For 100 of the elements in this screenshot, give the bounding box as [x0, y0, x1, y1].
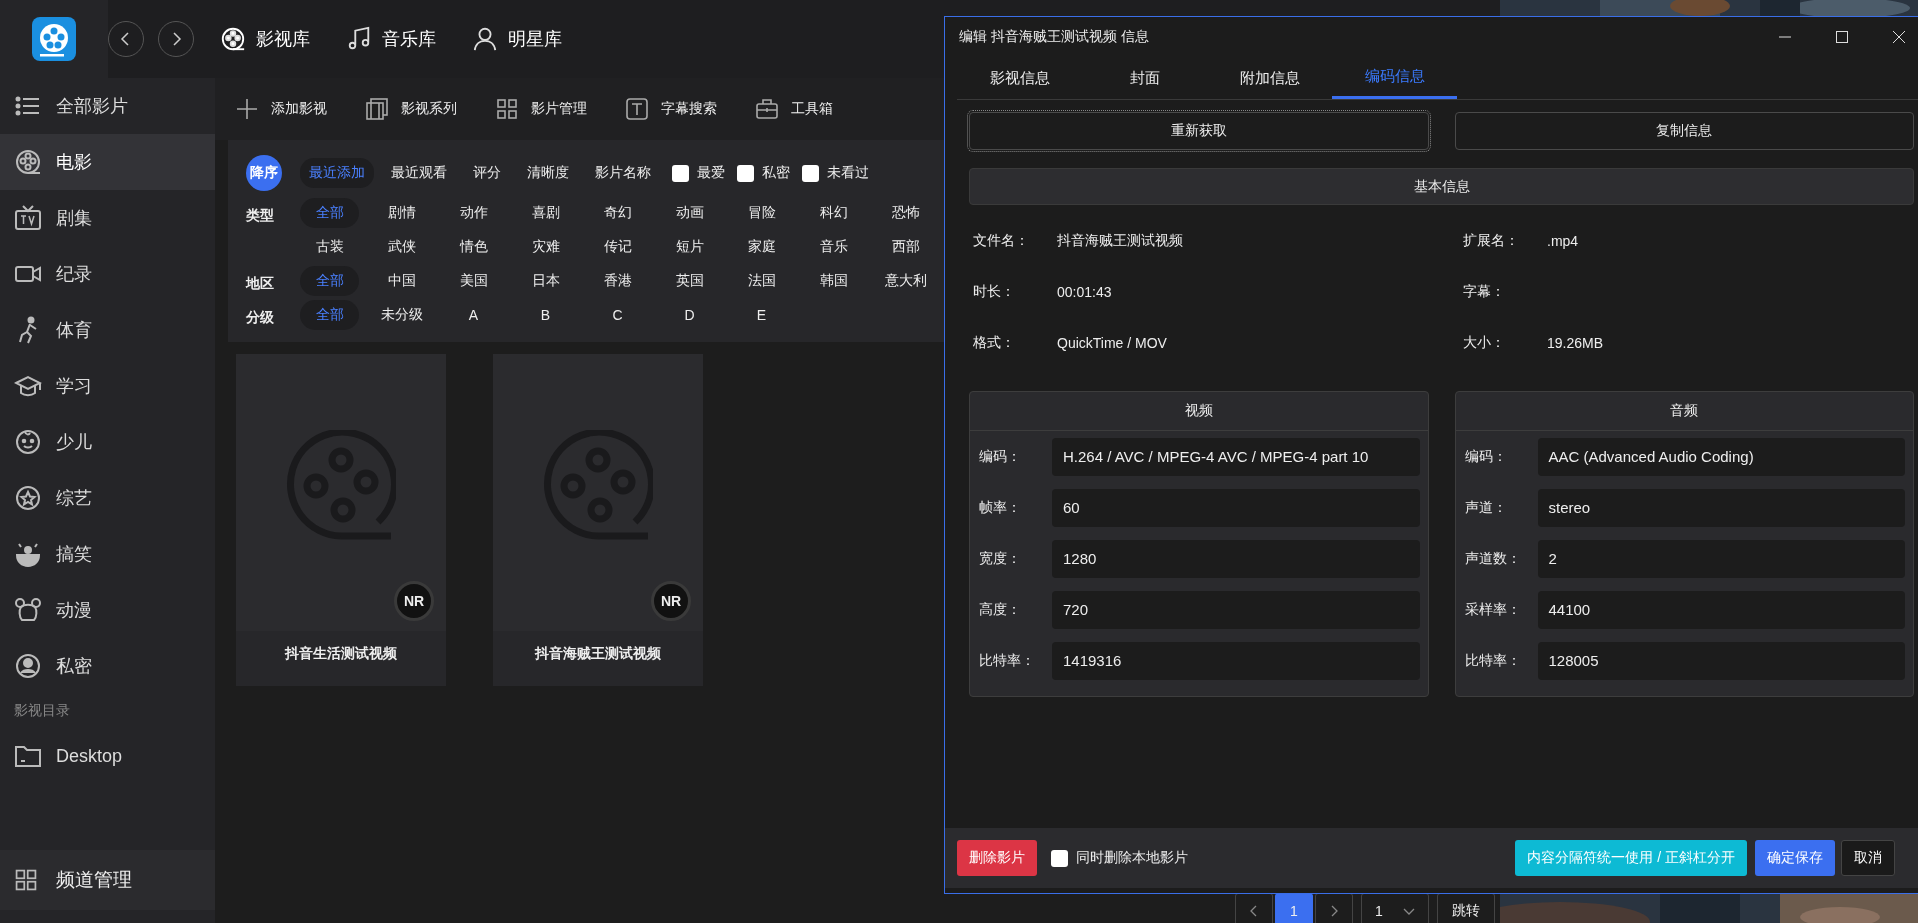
filter-option[interactable]: 全部 — [300, 300, 359, 330]
value-field[interactable]: 720 — [1052, 590, 1420, 629]
checkbox[interactable] — [1051, 849, 1068, 867]
dialog-tab[interactable]: 附加信息 — [1207, 57, 1332, 99]
top-nav-tab[interactable]: 明星库 — [472, 26, 562, 52]
sort-direction-button[interactable]: 降序 — [246, 155, 282, 191]
field-label: 文件名： — [973, 231, 1030, 250]
movie-card[interactable]: NR 抖音生活测试视频 — [236, 354, 446, 686]
tv-icon — [14, 204, 42, 232]
checkbox-label: 未看过 — [827, 164, 869, 182]
filter-option[interactable]: 香港 — [588, 266, 647, 296]
filter-option[interactable]: D — [660, 300, 719, 330]
filter-option[interactable]: 日本 — [516, 266, 575, 296]
filter-option[interactable]: 家庭 — [732, 232, 791, 262]
close-icon[interactable] — [1893, 31, 1905, 43]
sort-option[interactable]: 影片名称 — [586, 158, 660, 188]
field-label: 时长： — [973, 282, 1016, 301]
field-label: 比特率： — [979, 651, 1036, 670]
movie-title: 抖音生活测试视频 — [285, 645, 397, 663]
filter-option[interactable]: 韩国 — [804, 266, 863, 296]
filter-option[interactable]: 意大利 — [876, 266, 935, 296]
sort-option[interactable]: 清晰度 — [518, 158, 578, 188]
value-field[interactable]: 60 — [1052, 488, 1420, 527]
value-field[interactable]: 1419316 — [1052, 641, 1420, 680]
sort-option[interactable]: 最近观看 — [382, 158, 456, 188]
checkbox[interactable] — [737, 164, 754, 182]
filter-option[interactable]: 动画 — [660, 198, 719, 228]
value-field[interactable]: 128005 — [1537, 641, 1905, 680]
maximize-icon[interactable] — [1836, 31, 1848, 43]
checkbox[interactable] — [672, 164, 689, 182]
sidebar-item[interactable]: 学习 — [0, 358, 215, 414]
filter-option[interactable]: 英国 — [660, 266, 719, 296]
filter-option[interactable]: 短片 — [660, 232, 719, 262]
cancel-button[interactable]: 取消 — [1841, 840, 1895, 876]
filter-option[interactable]: 奇幻 — [588, 198, 647, 228]
toolbar-button[interactable]: 影片管理 — [495, 97, 587, 121]
folder-item[interactable]: Desktop — [0, 728, 215, 784]
toolbar-button[interactable]: 影视系列 — [365, 97, 457, 121]
filter-option[interactable]: 喜剧 — [516, 198, 575, 228]
sort-option[interactable]: 评分 — [464, 158, 510, 188]
filter-option[interactable]: 冒险 — [732, 198, 791, 228]
toolbar-button[interactable]: 字幕搜索 — [625, 97, 717, 121]
filter-option[interactable]: E — [732, 300, 791, 330]
filter-option[interactable]: 恐怖 — [876, 198, 935, 228]
filter-option[interactable]: 传记 — [588, 232, 647, 262]
sidebar-item[interactable]: 全部影片 — [0, 78, 215, 134]
checkbox[interactable] — [802, 164, 819, 182]
toolbar-button[interactable]: 添加影视 — [235, 97, 327, 121]
toolbar-button[interactable]: 工具箱 — [755, 97, 833, 121]
filter-option[interactable]: 古装 — [300, 232, 359, 262]
filter-option[interactable]: 情色 — [444, 232, 503, 262]
sidebar-item[interactable]: 搞笑 — [0, 526, 215, 582]
value-field[interactable]: AAC (Advanced Audio Coding) — [1537, 437, 1905, 476]
sidebar-item[interactable]: 剧集 — [0, 190, 215, 246]
refetch-button[interactable]: 重新获取 — [969, 112, 1429, 150]
filter-option[interactable]: 音乐 — [804, 232, 863, 262]
sidebar-item[interactable]: 少儿 — [0, 414, 215, 470]
top-nav-tab[interactable]: 音乐库 — [346, 26, 436, 52]
dialog-tab[interactable]: 编码信息 — [1332, 57, 1457, 99]
filter-option[interactable]: 西部 — [876, 232, 935, 262]
filter-option[interactable]: 武侠 — [372, 232, 431, 262]
filter-option[interactable]: B — [516, 300, 575, 330]
filter-option[interactable]: 剧情 — [372, 198, 431, 228]
sort-option[interactable]: 最近添加 — [300, 158, 374, 188]
filter-option[interactable]: 灾难 — [516, 232, 575, 262]
sidebar-item[interactable]: 私密 — [0, 638, 215, 694]
value-field[interactable]: H.264 / AVC / MPEG-4 AVC / MPEG-4 part 10 — [1052, 437, 1420, 476]
sidebar-item[interactable]: 纪录 — [0, 246, 215, 302]
filter-option[interactable]: 未分级 — [372, 300, 431, 330]
sidebar-item[interactable]: 电影 — [0, 134, 215, 190]
movie-card[interactable]: NR 抖音海贼王测试视频 — [493, 354, 703, 686]
sidebar-item[interactable]: 动漫 — [0, 582, 215, 638]
rating-badge: NR — [651, 581, 691, 621]
save-button[interactable]: 确定保存 — [1755, 840, 1835, 876]
dialog-tab[interactable]: 影视信息 — [957, 57, 1082, 99]
top-nav-tab[interactable]: 影视库 — [220, 26, 310, 52]
rating-badge: NR — [394, 581, 434, 621]
filter-option[interactable]: 动作 — [444, 198, 503, 228]
panel-header: 视频 — [970, 392, 1428, 431]
page-button[interactable]: 1 — [1275, 893, 1313, 923]
filter-option[interactable]: 美国 — [444, 266, 503, 296]
filter-option[interactable]: A — [444, 300, 503, 330]
checkbox-label: 同时删除本地影片 — [1076, 849, 1188, 867]
filter-option[interactable]: 全部 — [300, 198, 359, 228]
text-box-icon — [625, 97, 649, 121]
value-field[interactable]: 2 — [1537, 539, 1905, 578]
delete-button[interactable]: 删除影片 — [957, 840, 1037, 876]
value-field[interactable]: 44100 — [1537, 590, 1905, 629]
filter-option[interactable]: C — [588, 300, 647, 330]
sidebar-item[interactable]: 综艺 — [0, 470, 215, 526]
channel-manage-item[interactable]: 频道管理 — [0, 850, 215, 910]
value-field[interactable]: 1280 — [1052, 539, 1420, 578]
filter-option[interactable]: 全部 — [300, 266, 359, 296]
dialog-tab[interactable]: 封面 — [1082, 57, 1207, 99]
filter-option[interactable]: 法国 — [732, 266, 791, 296]
filter-option[interactable]: 科幻 — [804, 198, 863, 228]
value-field[interactable]: stereo — [1537, 488, 1905, 527]
copy-info-button[interactable]: 复制信息 — [1454, 112, 1914, 150]
sidebar-item[interactable]: 体育 — [0, 302, 215, 358]
filter-option[interactable]: 中国 — [372, 266, 431, 296]
